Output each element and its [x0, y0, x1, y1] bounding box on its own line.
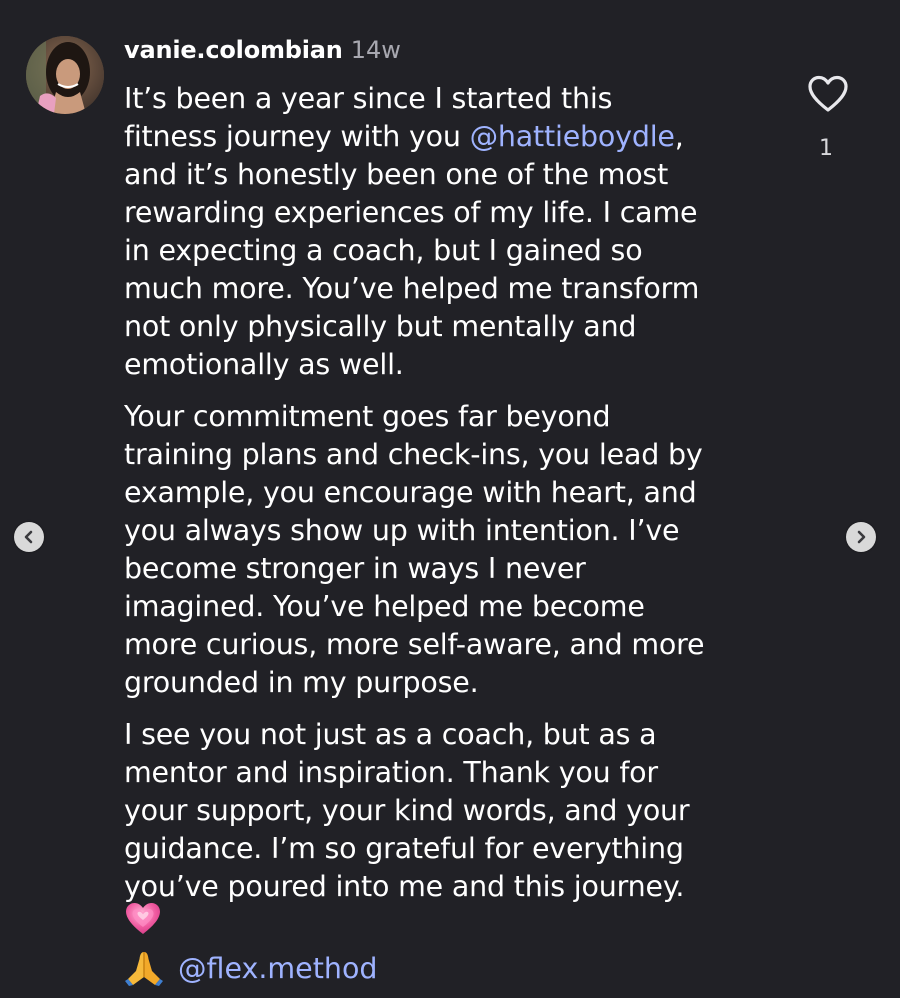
comment-text: fitness journey with you [124, 120, 470, 153]
comment-line: I see you not just as a coach, but as a [124, 718, 657, 751]
heart-outline-icon [808, 75, 848, 112]
comment-text: , [674, 120, 684, 153]
comment-paragraph-3: I see you not just as a coach, but as a … [124, 716, 824, 906]
comment-screen: vanie.colombian 14w It’s been a year sin… [0, 0, 900, 998]
avatar-photo [26, 36, 104, 114]
comment-line: fitness journey with you @hattieboydle, [124, 118, 824, 156]
avatar[interactable] [26, 36, 104, 114]
like-button[interactable] [806, 74, 850, 114]
emoji-heart-line [124, 900, 162, 938]
comment-paragraph-2: Your commitment goes far beyond training… [124, 398, 824, 702]
comment-line: Your commitment goes far beyond [124, 400, 611, 433]
next-button[interactable] [846, 522, 876, 552]
comment-body: It’s been a year since I started this fi… [124, 80, 824, 920]
comment-line: imagined. You’ve helped me become [124, 590, 645, 623]
previous-button[interactable] [14, 522, 44, 552]
comment-line: not only physically but mentally and [124, 310, 637, 343]
comment-line: much more. You’ve helped me transform [124, 272, 700, 305]
chevron-left-icon [24, 530, 33, 544]
praying-hands-icon [125, 952, 163, 986]
mention-link[interactable]: @hattieboydle [470, 120, 675, 153]
comment-line: mentor and inspiration. Thank you for [124, 756, 658, 789]
comment-header: vanie.colombian 14w [124, 36, 401, 72]
username[interactable]: vanie.colombian [124, 36, 343, 64]
comment-line: training plans and check-ins, you lead b… [124, 438, 703, 471]
comment-line: rewarding experiences of my life. I came [124, 196, 698, 229]
comment-line: your support, your kind words, and your [124, 794, 690, 827]
comment-paragraph-1: It’s been a year since I started this fi… [124, 80, 824, 384]
comment-line: become stronger in ways I never [124, 552, 586, 585]
footer-line: @flex.method [124, 948, 377, 988]
comment-line: you always show up with intention. I’ve [124, 514, 680, 547]
comment-line: and it’s honestly been one of the most [124, 158, 669, 191]
comment-line: example, you encourage with heart, and [124, 476, 697, 509]
comment-line: in expecting a coach, but I gained so [124, 234, 643, 267]
timestamp: 14w [350, 36, 401, 64]
growing-heart-icon [126, 903, 160, 934]
like-count: 1 [819, 136, 833, 161]
comment-line: you’ve poured into me and this journey. [124, 870, 685, 903]
comment-line: grounded in my purpose. [124, 666, 479, 699]
comment-line: emotionally as well. [124, 348, 404, 381]
comment-line: more curious, more self-aware, and more [124, 628, 705, 661]
comment-line: It’s been a year since I started this [124, 82, 613, 115]
chevron-right-icon [857, 530, 866, 544]
mention-link[interactable]: @flex.method [178, 952, 377, 985]
comment-line: guidance. I’m so grateful for everything [124, 832, 684, 865]
